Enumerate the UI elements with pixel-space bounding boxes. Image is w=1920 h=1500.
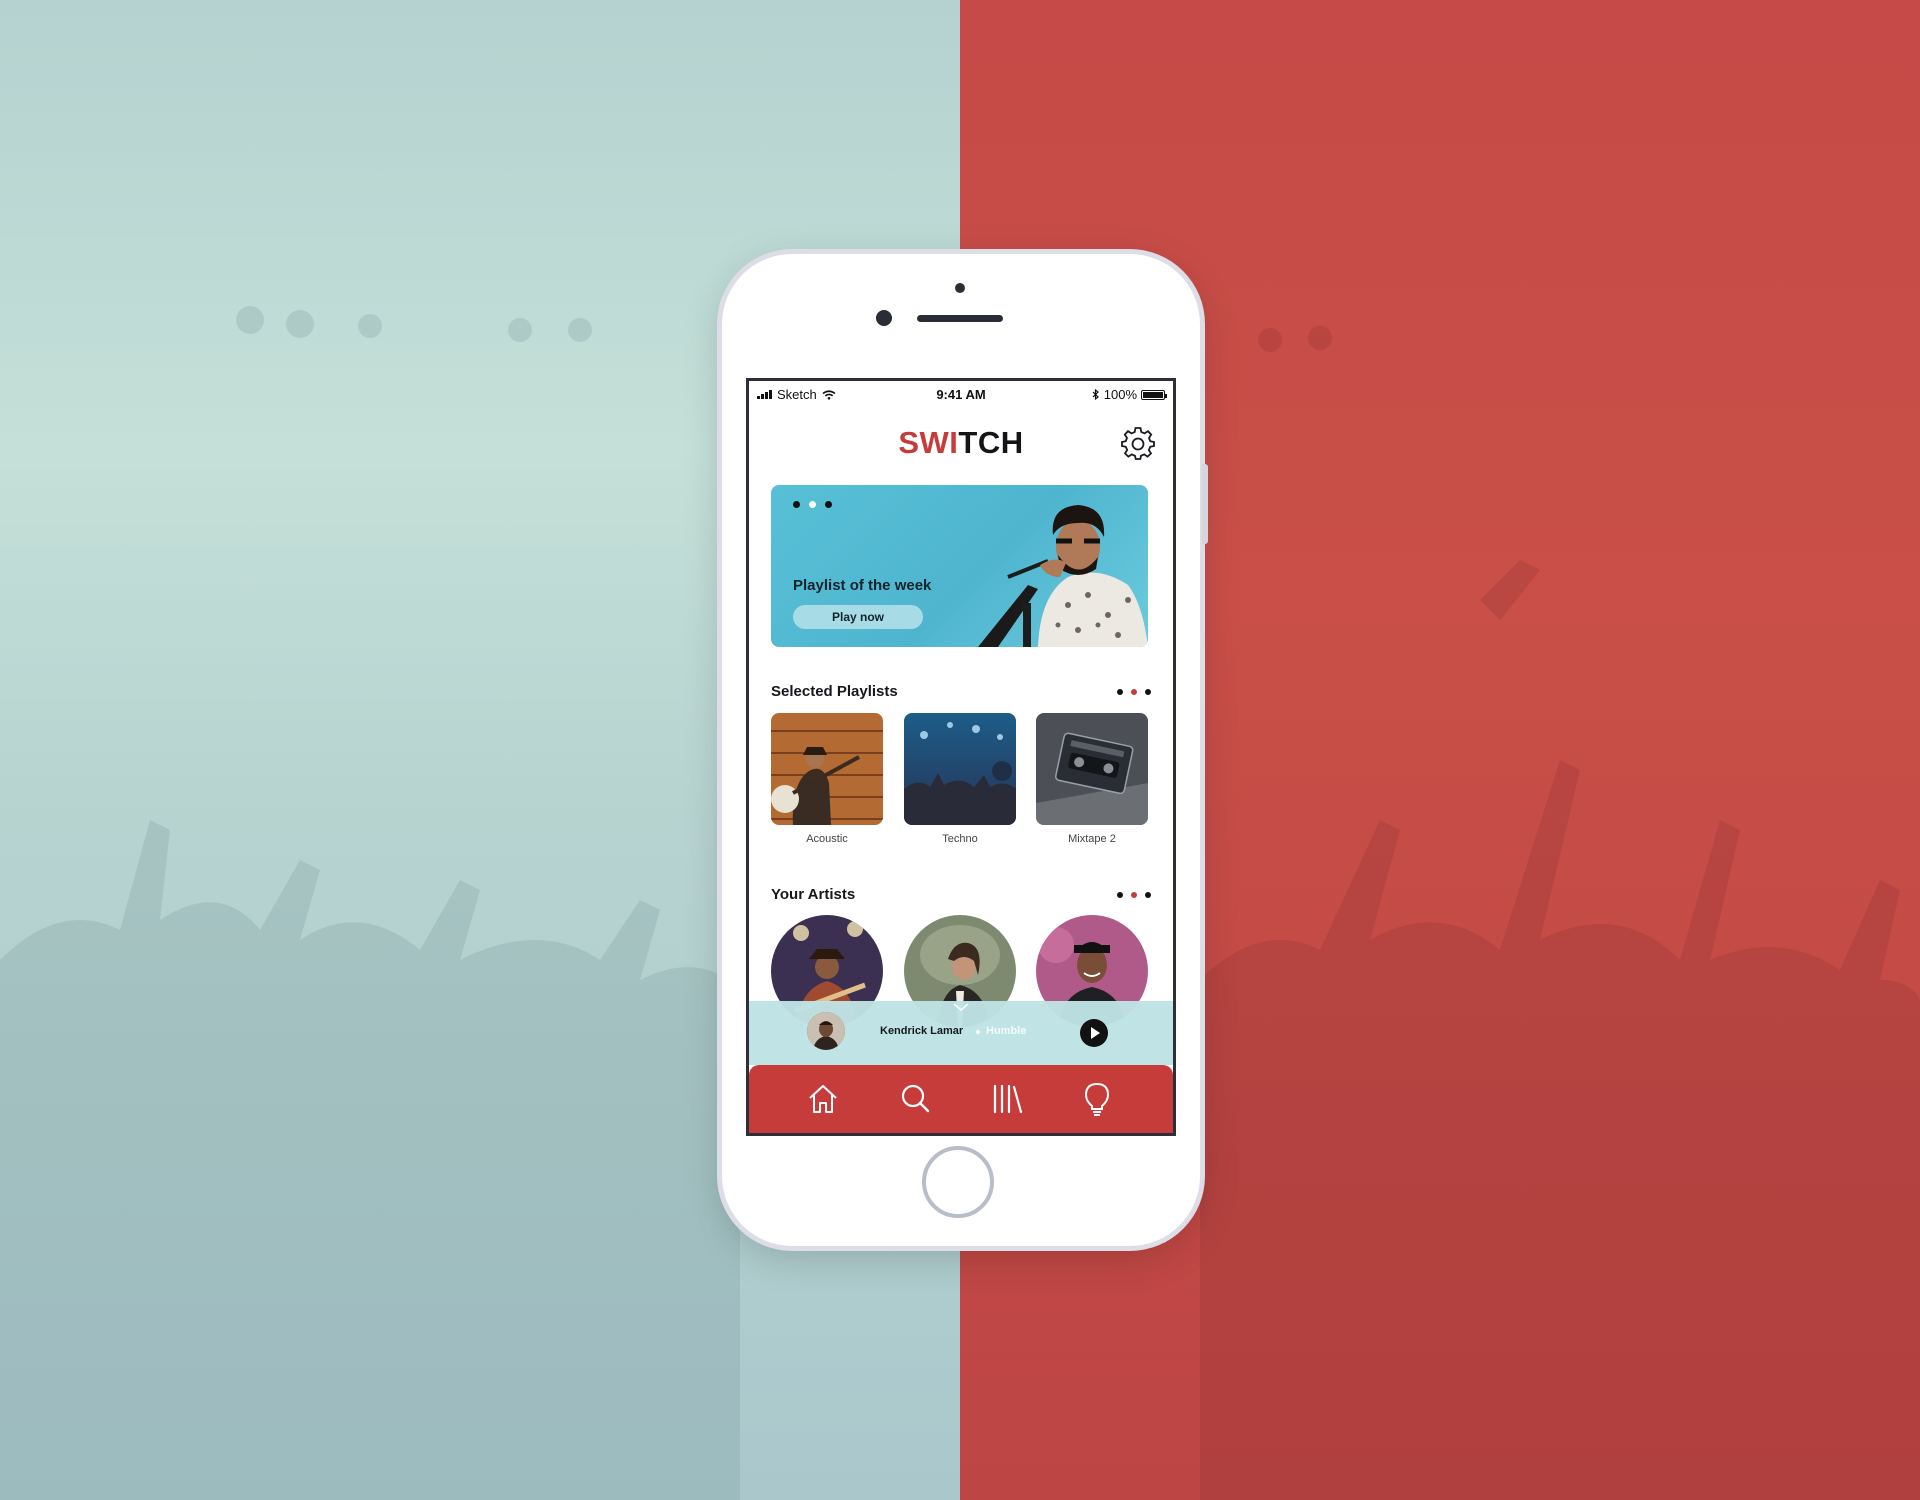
mini-player[interactable]: Kendrick Lamar Humble: [749, 1001, 1173, 1065]
pagination-dot[interactable]: [1145, 689, 1151, 695]
pagination-dot[interactable]: [825, 501, 832, 508]
front-camera: [876, 310, 892, 326]
your-artists-title: Your Artists: [771, 886, 856, 903]
battery-icon: [1141, 389, 1167, 400]
pagination-dot[interactable]: [1145, 892, 1151, 898]
now-playing-track: Humble: [986, 1025, 1027, 1037]
separator-dot: [976, 1030, 980, 1034]
chevron-down-icon[interactable]: [951, 1001, 971, 1013]
home-icon[interactable]: [805, 1081, 841, 1117]
pagination-dot[interactable]: [1131, 892, 1137, 898]
bluetooth-icon: [1092, 389, 1099, 400]
playlist-label: Acoustic: [806, 833, 848, 845]
pagination-dot[interactable]: [1131, 689, 1137, 695]
pagination-dot[interactable]: [793, 501, 800, 508]
playlist-cover-acoustic: [771, 713, 883, 825]
playlist-cover-techno: [904, 713, 1016, 825]
status-bar: Sketch 9:41 AM 100%: [749, 381, 1173, 403]
battery-percent: 100%: [1103, 387, 1137, 402]
playlist-of-week-banner[interactable]: Playlist of the week Play now: [771, 485, 1148, 647]
playlist-card-acoustic[interactable]: Acoustic: [771, 713, 883, 845]
app-screen: Sketch 9:41 AM 100% SWITCH Playlist of t…: [746, 378, 1176, 1136]
singer-photo: [978, 505, 1148, 647]
home-button[interactable]: [922, 1146, 994, 1218]
library-icon[interactable]: [989, 1081, 1025, 1117]
hero-title: Playlist of the week: [793, 577, 932, 594]
hero-pagination-dots: [793, 501, 832, 508]
logo-dark-part: TCH: [958, 425, 1024, 460]
playlist-card-techno[interactable]: Techno: [904, 713, 1016, 845]
earpiece-speaker: [917, 315, 1003, 322]
artists-pagination-dots[interactable]: [1117, 892, 1151, 898]
app-logo: SWITCH: [749, 425, 1173, 461]
side-button: [1202, 464, 1208, 544]
playlists-pagination-dots[interactable]: [1117, 689, 1151, 695]
proximity-sensor: [955, 283, 965, 293]
phone-mockup: Sketch 9:41 AM 100% SWITCH Playlist of t…: [722, 254, 1208, 1246]
pagination-dot[interactable]: [809, 501, 816, 508]
pagination-dot[interactable]: [1117, 892, 1123, 898]
playlist-label: Mixtape 2: [1068, 833, 1116, 845]
pagination-dot[interactable]: [1117, 689, 1123, 695]
selected-playlists-title: Selected Playlists: [771, 683, 898, 700]
now-playing-avatar: [807, 1012, 845, 1050]
play-now-button[interactable]: Play now: [793, 605, 923, 629]
playlist-label: Techno: [942, 833, 978, 845]
playlist-cover-mixtape-2: [1036, 713, 1148, 825]
play-icon[interactable]: [1080, 1019, 1108, 1047]
playlist-card-mixtape-2[interactable]: Mixtape 2: [1036, 713, 1148, 845]
search-icon[interactable]: [897, 1081, 933, 1117]
now-playing-artist: Kendrick Lamar: [880, 1025, 964, 1037]
gear-icon[interactable]: [1121, 427, 1155, 461]
logo-red-part: SWI: [898, 425, 959, 460]
bottom-tab-bar: [749, 1065, 1173, 1133]
lightbulb-icon[interactable]: [1079, 1081, 1115, 1117]
